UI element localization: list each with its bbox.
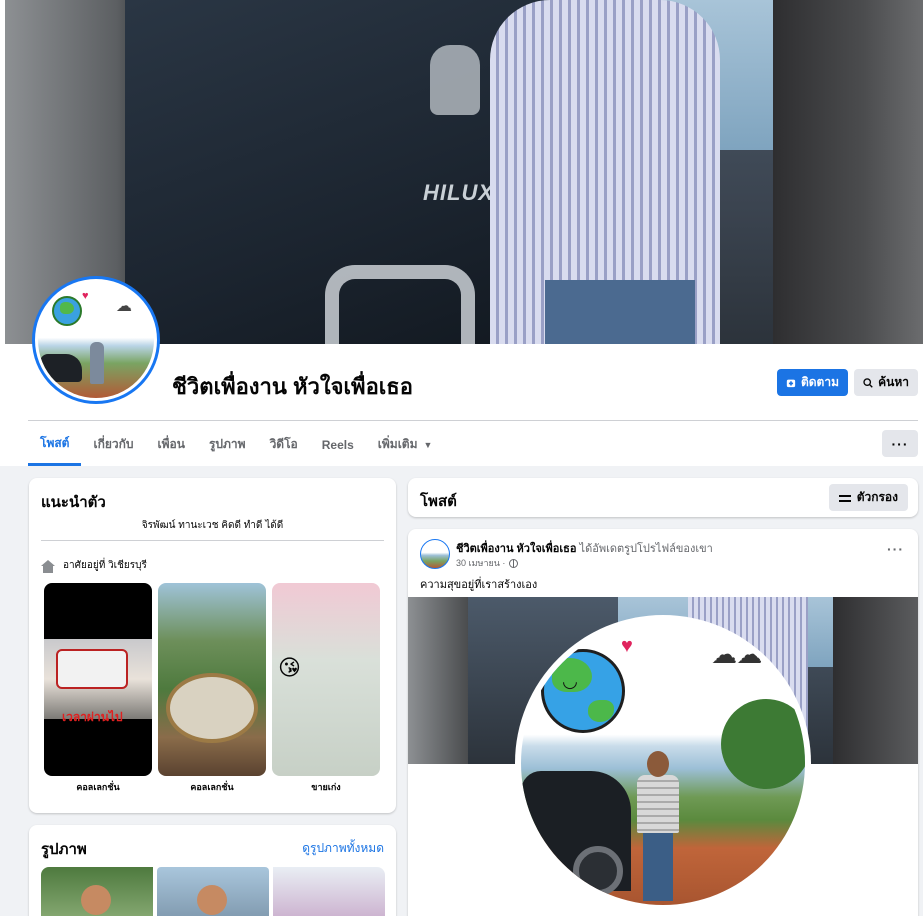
post-cover-pillar-left	[408, 597, 468, 764]
header-divider	[28, 420, 918, 421]
post-profile-image: ◡ ♥ ☁ ☁	[521, 621, 805, 905]
collection-item[interactable]: คอลเลกชั่น	[158, 583, 266, 794]
photos-title: รูปภาพ	[41, 841, 87, 858]
intro-divider	[41, 540, 384, 541]
car-wheel	[573, 846, 623, 896]
post-date[interactable]: 30 เมษายน ·	[456, 556, 505, 570]
post-action: ได้อัพเดตรูปโปรไฟล์ของเขา	[579, 543, 713, 555]
filter-icon	[838, 493, 851, 503]
heart-icon: ♥	[82, 290, 89, 302]
photo-face	[81, 885, 111, 915]
search-button[interactable]: ค้นหา	[854, 369, 918, 396]
collection-item[interactable]: เวลาผ่านไป คอลเลกชั่น	[44, 583, 152, 794]
posts-title: โพสต์	[420, 493, 457, 510]
post-author-name[interactable]: ชีวิตเพื่องาน หัวใจเพื่อเธอ	[456, 543, 576, 555]
profile-tree	[721, 699, 805, 789]
intro-bio: จิรพัฒน์ ทานะเวช คิดดี ทำดี ได้ดี	[141, 520, 284, 531]
cloud-icon: ☁	[116, 298, 132, 315]
intro-card: แนะนำตัว จิรพัฒน์ ทานะเวช คิดดี ทำดี ได้…	[29, 478, 396, 813]
tab-videos[interactable]: วิดีโอ	[258, 423, 310, 466]
tab-about[interactable]: เกี่ยวกับ	[81, 423, 145, 466]
cover-pillar-right	[773, 0, 923, 344]
search-icon	[863, 377, 873, 388]
truck-mirror	[430, 45, 480, 115]
collection-overlay-text: เวลาผ่านไป	[62, 710, 123, 724]
profile-tabs: โพสต์ เกี่ยวกับ เพื่อน รูปภาพ วิดีโอ Ree…	[28, 423, 444, 466]
tab-reels[interactable]: Reels	[310, 423, 366, 466]
person-head	[647, 751, 669, 777]
cover-photo[interactable]: HILUX	[5, 0, 923, 344]
earth-sticker-icon	[541, 649, 625, 733]
truck-badge: HILUX	[423, 180, 494, 205]
collection-thumbnail: 😘	[272, 583, 380, 776]
collection-label: คอลเลกชั่น	[190, 782, 234, 792]
tab-posts[interactable]: โพสต์	[28, 423, 82, 466]
intro-title: แนะนำตัว	[41, 494, 106, 511]
person-body	[637, 775, 679, 833]
post-profile-photo[interactable]: ◡ ♥ ☁ ☁	[515, 615, 811, 911]
collection-thumbnail: เวลาผ่านไป	[44, 583, 152, 776]
search-label: ค้นหา	[878, 375, 909, 389]
profile-avatar[interactable]: ♥ ☁	[32, 276, 160, 404]
tab-label: เพิ่มเติม	[377, 437, 418, 451]
filter-label: ตัวกรอง	[856, 490, 898, 504]
post-card: ชีวิตเพื่องาน หัวใจเพื่อเธอ ได้อัพเดตรูป…	[408, 529, 918, 916]
tab-label: รูปภาพ	[208, 437, 246, 451]
house-icon	[41, 559, 55, 573]
smile-face: ◡	[563, 671, 577, 691]
collections: เวลาผ่านไป คอลเลกชั่น คอลเลกชั่น 😘 ขายเก…	[44, 583, 380, 794]
page-title: ชีวิตเพื่องาน หัวใจเพื่อเธอ	[172, 374, 413, 399]
tab-label: โพสต์	[40, 435, 70, 450]
tab-label: เพื่อน	[157, 437, 185, 451]
tab-label: วิดีโอ	[269, 437, 298, 451]
collection-label: คอลเลกชั่น	[76, 782, 120, 792]
caret-down-icon: ▼	[423, 439, 433, 450]
truck-decal	[325, 265, 475, 344]
kiss-emoji-icon: 😘	[278, 655, 301, 680]
filter-button[interactable]: ตัวกรอง	[828, 484, 908, 511]
posts-header-card: โพสต์ ตัวกรอง	[408, 478, 918, 517]
lives-in-text: อาศัยอยู่ที่ วิเชียรบุรี	[63, 560, 147, 571]
tab-photos[interactable]: รูปภาพ	[197, 423, 258, 466]
avatar-image: ♥ ☁	[38, 282, 154, 398]
post-menu-button[interactable]: ···	[887, 541, 904, 557]
post-text: ความสุขอยู่ที่เราสร้างเอง	[420, 579, 538, 591]
post-header: ชีวิตเพื่องาน หัวใจเพื่อเธอ ได้อัพเดตรูป…	[456, 539, 713, 557]
more-options-button[interactable]: ···	[882, 430, 918, 457]
earth-sticker-icon	[52, 296, 82, 326]
collection-bus	[56, 649, 128, 689]
photo-thumbnail[interactable]	[273, 867, 385, 916]
photo-thumbnail[interactable]	[41, 867, 153, 916]
tab-more[interactable]: เพิ่มเติม ▼	[366, 423, 445, 466]
collection-label: ขายเก่ง	[311, 782, 341, 792]
person-legs	[643, 831, 673, 901]
avatar-car	[40, 354, 82, 382]
collection-item[interactable]: 😘 ขายเก่ง	[272, 583, 380, 794]
follow-icon	[786, 379, 796, 387]
photo-face	[197, 885, 227, 915]
photos-card: รูปภาพ ดูรูปภาพทั้งหมด	[29, 825, 396, 916]
food-tray	[166, 673, 258, 743]
post-cover-pillar-right	[833, 597, 918, 764]
cloud-icon: ☁ ☁	[711, 639, 762, 669]
globe-icon	[509, 558, 519, 568]
post-author-avatar[interactable]	[420, 539, 450, 569]
tab-label: Reels	[321, 437, 354, 452]
avatar-person	[90, 342, 104, 384]
cover-person-jeans	[545, 280, 695, 344]
post-meta: 30 เมษายน ·	[456, 556, 519, 570]
photo-grid	[41, 867, 385, 916]
heart-icon: ♥	[621, 635, 633, 657]
see-all-photos-link[interactable]: ดูรูปภาพทั้งหมด	[302, 839, 384, 858]
collection-thumbnail	[158, 583, 266, 776]
tab-label: เกี่ยวกับ	[93, 437, 134, 451]
follow-label: ติดตาม	[800, 375, 839, 389]
photo-thumbnail[interactable]	[157, 867, 269, 916]
lives-in-row: อาศัยอยู่ที่ วิเชียรบุรี	[41, 558, 147, 573]
profile-header: HILUX ♥ ☁ ชีวิตเพื่องาน หัวใจเพื่อเธอ ติ…	[0, 0, 923, 466]
tab-friends[interactable]: เพื่อน	[146, 423, 197, 466]
follow-button[interactable]: ติดตาม	[777, 369, 848, 396]
